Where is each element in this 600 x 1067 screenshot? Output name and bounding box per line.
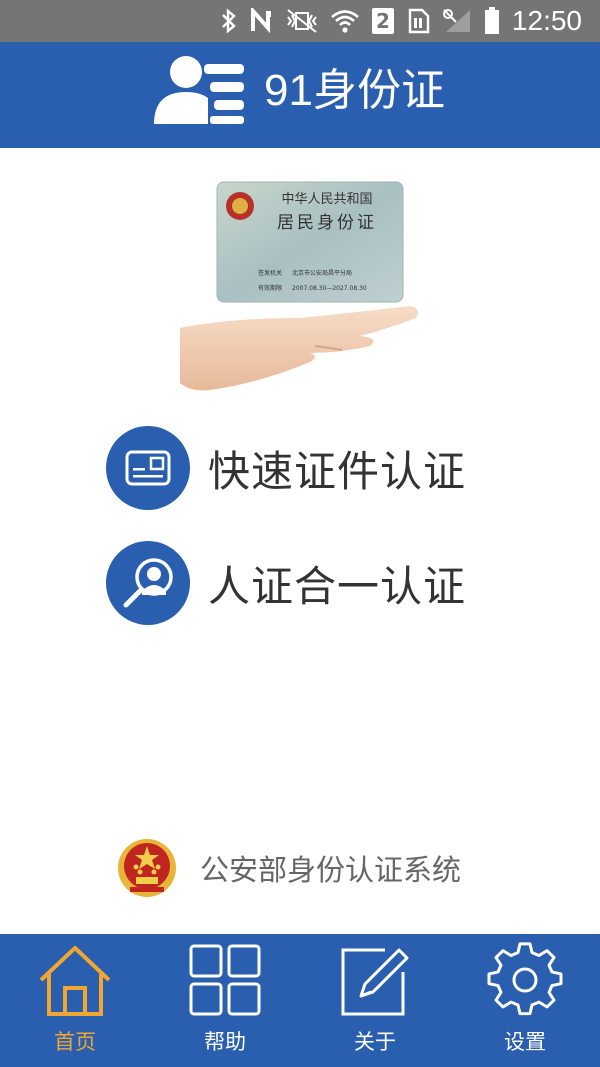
sim-2-icon: 2: [371, 0, 394, 42]
edit-icon: [341, 948, 409, 1016]
nav-about[interactable]: 关于: [300, 934, 450, 1067]
sim-slot-number: 2: [371, 8, 394, 34]
card-country: 中华人民共和国: [281, 192, 372, 207]
card-issuer-label: 签发机关: [258, 269, 282, 277]
face-search-icon: [106, 541, 190, 625]
brand-footer: 公安部身份认证系统: [116, 836, 461, 900]
brand-text: 公安部身份认证系统: [200, 853, 462, 887]
nfc-icon: [250, 0, 274, 42]
gear-icon: [487, 942, 563, 1016]
nav-settings[interactable]: 设置: [450, 934, 600, 1067]
bluetooth-icon: [220, 0, 238, 42]
home-icon: [39, 946, 111, 1016]
nav-settings-label: 设置: [504, 1030, 546, 1054]
id-card-hero-image: 中华人民共和国 居民身份证 签发机关 北京市公安局昌平分局 有效期限 2007.…: [180, 181, 418, 391]
status-icons: 2 12:50: [220, 0, 600, 42]
signal-icon: [442, 0, 472, 42]
card-validity-label: 有效期限: [258, 284, 282, 292]
card-title: 居民身份证: [277, 213, 377, 233]
face-id-verify-label: 人证合一认证: [208, 561, 467, 611]
status-bar: 2 12:50: [0, 0, 600, 42]
bottom-nav: 首页 帮助 关于 设置: [0, 934, 600, 1067]
card-issuer: 北京市公安局昌平分局: [292, 269, 352, 277]
grid-icon: [189, 944, 261, 1016]
face-id-verify-button[interactable]: 人证合一认证: [106, 541, 506, 625]
nav-home-label: 首页: [54, 1030, 96, 1054]
status-time: 12:50: [511, 5, 582, 36]
nav-home[interactable]: 首页: [0, 934, 150, 1067]
national-emblem-icon: [118, 839, 176, 897]
nav-help[interactable]: 帮助: [150, 934, 300, 1067]
vibrate-icon: [286, 0, 318, 42]
quick-id-verify-label: 快速证件认证: [208, 446, 467, 496]
quick-id-verify-button[interactable]: 快速证件认证: [106, 426, 506, 510]
app-header: 91身份证: [0, 42, 600, 148]
battery-icon: [484, 0, 500, 42]
id-card-icon: [106, 426, 190, 510]
nav-help-label: 帮助: [204, 1030, 246, 1054]
app-title: 91身份证: [264, 66, 445, 115]
wifi-icon: [330, 0, 360, 42]
id-user-list-icon: [154, 56, 244, 124]
card-validity: 2007.08.30—2027.08.30: [292, 285, 367, 292]
data-icon: [406, 0, 430, 42]
nav-about-label: 关于: [354, 1030, 396, 1054]
